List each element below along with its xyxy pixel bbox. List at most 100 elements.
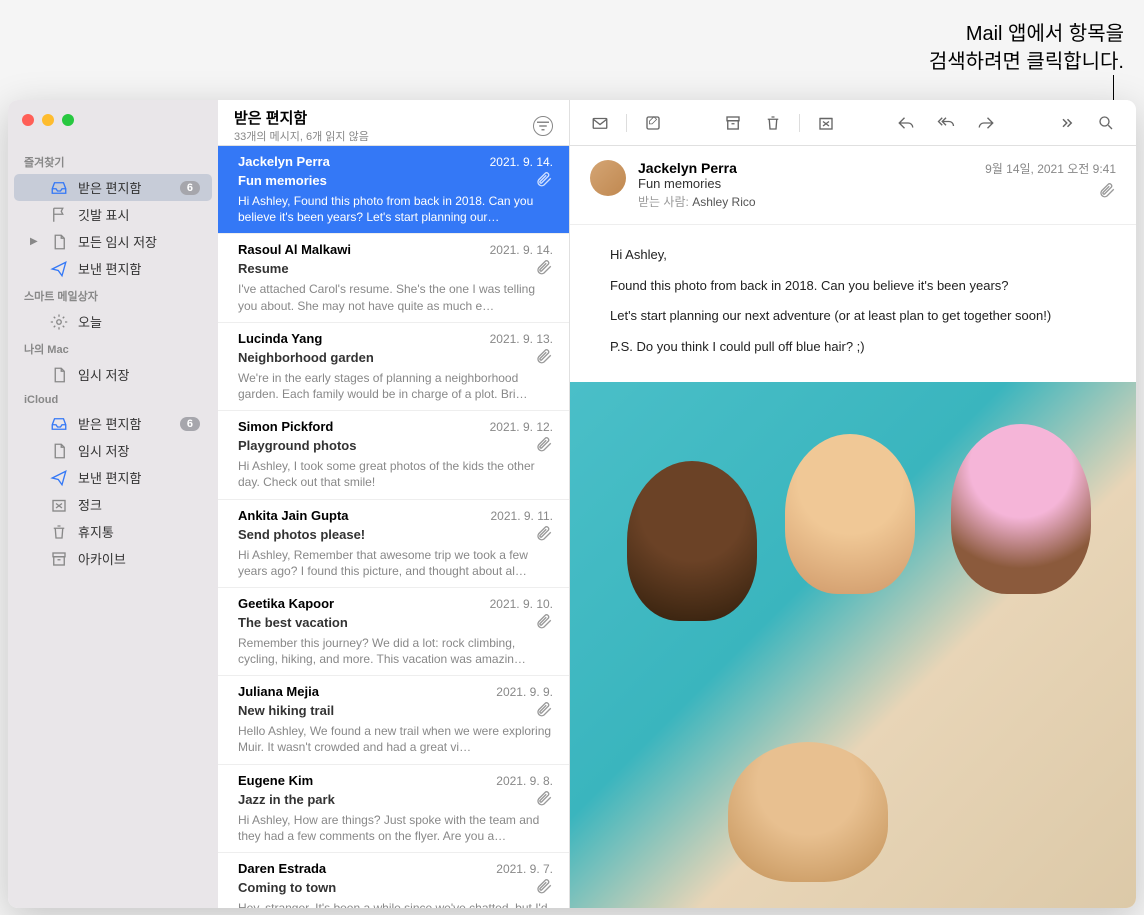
sidebar-item[interactable]: 받은 편지함6 (14, 410, 212, 437)
more-button[interactable] (1048, 109, 1084, 137)
sidebar-item[interactable]: 임시 저장 (14, 361, 212, 388)
sent-icon (50, 469, 68, 487)
mail-window: 즐겨찾기받은 편지함6깃발 표시▶모든 임시 저장보낸 편지함스마트 메일상자오… (8, 100, 1136, 908)
sidebar: 즐겨찾기받은 편지함6깃발 표시▶모든 임시 저장보낸 편지함스마트 메일상자오… (8, 100, 218, 908)
sidebar-item-label: 보낸 편지함 (78, 259, 200, 278)
message-preview: Hi Ashley, Remember that awesome trip we… (238, 547, 553, 579)
reply-button[interactable] (888, 109, 924, 137)
message-header: Jackelyn Perra Fun memories 받는 사람: Ashle… (570, 146, 1136, 225)
message-date: 2021. 9. 14. (490, 155, 553, 169)
message-subject: Fun memories (638, 176, 973, 191)
minimize-button[interactable] (42, 114, 54, 126)
archive-icon (50, 550, 68, 568)
forward-button[interactable] (968, 109, 1004, 137)
flag-icon (50, 206, 68, 224)
delete-button[interactable] (755, 109, 791, 137)
message-preview: Remember this journey? We did a lot: roc… (238, 635, 553, 667)
message-preview: Hello Ashley, We found a new trail when … (238, 723, 553, 755)
message-item[interactable]: Geetika Kapoor 2021. 9. 10. The best vacat… (218, 588, 569, 676)
sidebar-item-label: 모든 임시 저장 (78, 232, 200, 251)
message-sender: Geetika Kapoor (238, 596, 334, 611)
message-item[interactable]: Simon Pickford2021. 9. 12.Playground pho… (218, 411, 569, 499)
attachment-icon[interactable] (985, 181, 1116, 202)
message-preview: Hi Ashley, How are things? Just spoke wi… (238, 812, 553, 844)
reader-pane: Jackelyn Perra Fun memories 받는 사람: Ashle… (570, 100, 1136, 908)
doc-icon (50, 442, 68, 460)
chevron-right-icon: ▶ (30, 236, 40, 247)
archive-button[interactable] (715, 109, 751, 137)
message-date: 2021. 9. 13. (490, 332, 553, 346)
message-subject: The best vacation (238, 615, 348, 630)
mailbox-subtitle: 33개의 메시지, 6개 읽지 않음 (234, 128, 369, 144)
close-button[interactable] (22, 114, 34, 126)
message-subject: Coming to town (238, 880, 336, 895)
message-item[interactable]: Ankita Jain Gupta2021. 9. 11.Send photos… (218, 500, 569, 588)
body-paragraph: Found this photo from back in 2018. Can … (610, 274, 1096, 299)
attachment-icon (535, 258, 553, 279)
message-item[interactable]: Lucinda Yang 2021. 9. 13. Neighborhood gar… (218, 323, 569, 411)
unread-badge: 6 (180, 181, 200, 195)
message-sender: Simon Pickford (238, 419, 333, 434)
message-preview: Hi Ashley, Found this photo from back in… (238, 193, 553, 225)
sender-name: Jackelyn Perra (638, 160, 973, 176)
trash-icon (50, 523, 68, 541)
message-list[interactable]: Jackelyn Perra2021. 9. 14.Fun memoriesHi… (218, 146, 569, 908)
sidebar-section-header: 즐겨찾기 (8, 148, 218, 174)
callout-text: Mail 앱에서 항목을 검색하려면 클릭합니다. (929, 20, 1124, 76)
message-sender: Lucinda Yang (238, 331, 322, 346)
message-preview: We're in the early stages of planning a … (238, 370, 553, 402)
attachment-icon (535, 524, 553, 545)
attachment-icon (535, 435, 553, 456)
message-item[interactable]: Juliana Mejia2021. 9. 9.New hiking trail… (218, 676, 569, 764)
message-subject: Jazz in the park (238, 792, 335, 807)
message-item[interactable]: Daren Estrada2021. 9. 7.Coming to townHe… (218, 853, 569, 908)
message-date: 2021. 9. 10. (490, 597, 553, 611)
window-titlebar (8, 100, 74, 140)
body-paragraph: P.S. Do you think I could pull off blue … (610, 335, 1096, 360)
body-paragraph: Let's start planning our next adventure … (610, 304, 1096, 329)
search-button[interactable] (1088, 109, 1124, 137)
inbox-icon (50, 179, 68, 197)
junk-button[interactable] (808, 109, 844, 137)
attachment-image[interactable] (570, 382, 1136, 908)
filter-button[interactable] (533, 116, 553, 136)
maximize-button[interactable] (62, 114, 74, 126)
message-date: 2021. 9. 12. (490, 420, 553, 434)
sidebar-item-label: 보낸 편지함 (78, 468, 200, 487)
sidebar-item-label: 아카이브 (78, 549, 200, 568)
mark-read-button[interactable] (582, 109, 618, 137)
sidebar-item[interactable]: 휴지통 (14, 518, 212, 545)
compose-button[interactable] (635, 109, 671, 137)
attachment-icon (535, 347, 553, 368)
message-sender: Daren Estrada (238, 861, 326, 876)
sidebar-item-label: 임시 저장 (78, 365, 200, 384)
message-body: Hi Ashley,Found this photo from back in … (570, 225, 1136, 382)
sidebar-item-label: 받은 편지함 (78, 414, 170, 433)
sidebar-item[interactable]: 아카이브 (14, 545, 212, 572)
message-subject: Fun memories (238, 173, 327, 188)
message-item[interactable]: Eugene Kim2021. 9. 8.Jazz in the parkHi … (218, 765, 569, 853)
message-item[interactable]: Rasoul Al Malkawi2021. 9. 14.ResumeI've … (218, 234, 569, 322)
message-subject: Send photos please! (238, 527, 365, 542)
inbox-icon (50, 415, 68, 433)
message-subject: Neighborhood garden (238, 350, 374, 365)
reply-all-button[interactable] (928, 109, 964, 137)
sidebar-item[interactable]: ▶ 모든 임시 저장 (14, 228, 212, 255)
sidebar-item[interactable]: 보낸 편지함 (14, 255, 212, 282)
sidebar-item-label: 깃발 표시 (78, 205, 200, 224)
sidebar-item[interactable]: 임시 저장 (14, 437, 212, 464)
sidebar-item[interactable]: 오늘 (14, 308, 212, 335)
sidebar-item-label: 정크 (78, 495, 200, 514)
attachment-icon (535, 789, 553, 810)
sidebar-section-header: iCloud (8, 388, 218, 410)
message-item[interactable]: Jackelyn Perra2021. 9. 14.Fun memoriesHi… (218, 146, 569, 234)
attachment-icon (535, 170, 553, 191)
sidebar-item[interactable]: 받은 편지함6 (14, 174, 212, 201)
sender-avatar[interactable] (590, 160, 626, 196)
sidebar-item[interactable]: 정크 (14, 491, 212, 518)
sidebar-item-label: 오늘 (78, 312, 200, 331)
sidebar-item[interactable]: 보낸 편지함 (14, 464, 212, 491)
attachment-icon (535, 700, 553, 721)
sidebar-item-label: 휴지통 (78, 522, 200, 541)
sidebar-item[interactable]: 깃발 표시 (14, 201, 212, 228)
